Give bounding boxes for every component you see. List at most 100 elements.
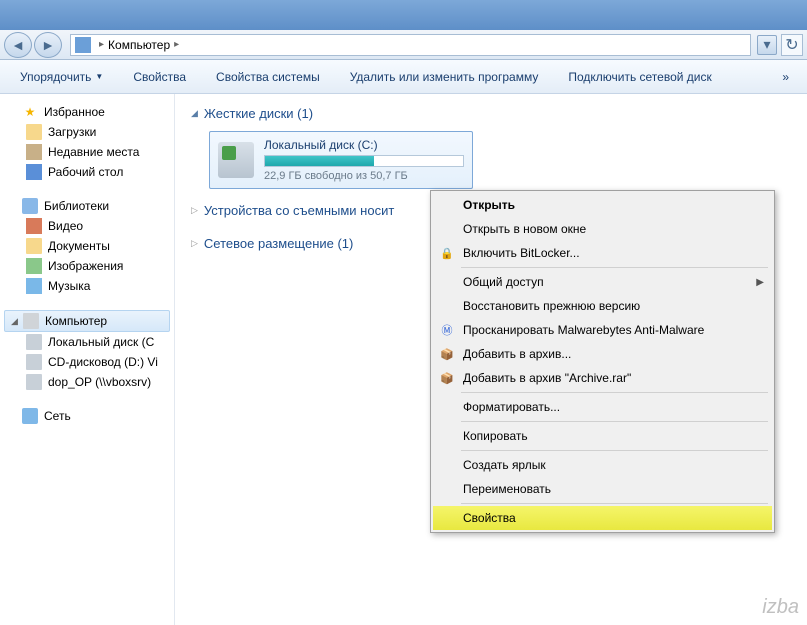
computer-icon: [75, 37, 91, 53]
library-icon: [22, 198, 38, 214]
ctx-separator: [461, 421, 768, 422]
drive-icon: [26, 334, 42, 350]
drive-local-c[interactable]: Локальный диск (C:) 22,9 ГБ свободно из …: [209, 131, 473, 189]
sidebar-dop-op[interactable]: dop_OP (\\vboxsrv): [4, 372, 170, 392]
sidebar-label: Локальный диск (C: [48, 335, 154, 349]
drive-progress-fill: [265, 156, 374, 166]
ctx-add-archive-rar[interactable]: 📦 Добавить в архив "Archive.rar": [433, 366, 772, 390]
sidebar-music[interactable]: Музыка: [4, 276, 170, 296]
folder-icon: [26, 124, 42, 140]
map-drive-button[interactable]: Подключить сетевой диск: [560, 66, 719, 88]
context-menu: Открыть Открыть в новом окне 🔒Включить B…: [430, 190, 775, 533]
ctx-open-new-window[interactable]: Открыть в новом окне: [433, 217, 772, 241]
drive-free-text: 22,9 ГБ свободно из 50,7 ГБ: [264, 170, 464, 182]
section-label: Сетевое размещение (1): [204, 236, 353, 251]
refresh-button[interactable]: ↻: [781, 34, 803, 56]
watermark: izba: [762, 596, 799, 619]
ctx-rename[interactable]: Переименовать: [433, 477, 772, 501]
ctx-bitlocker[interactable]: 🔒Включить BitLocker...: [433, 241, 772, 265]
sidebar-favorites[interactable]: ★ Избранное: [4, 102, 170, 122]
music-icon: [26, 278, 42, 294]
star-icon: ★: [22, 104, 38, 120]
sidebar-label: Музыка: [48, 279, 90, 293]
section-label: Жесткие диски (1): [204, 106, 313, 121]
sidebar-label: dop_OP (\\vboxsrv): [48, 375, 151, 389]
chevron-icon: ▸: [174, 39, 179, 50]
sidebar-label: Сеть: [44, 409, 71, 423]
sidebar-pictures[interactable]: Изображения: [4, 256, 170, 276]
ctx-separator: [461, 450, 768, 451]
sidebar-downloads[interactable]: Загрузки: [4, 122, 170, 142]
properties-button[interactable]: Свойства: [125, 66, 194, 88]
nav-bar: ◄ ► ▸ Компьютер ▸ ▾ ↻: [0, 30, 807, 60]
ctx-separator: [461, 392, 768, 393]
recent-icon: [26, 144, 42, 160]
malwarebytes-icon: Ⓜ: [439, 322, 455, 338]
organize-button[interactable]: Упорядочить ▼: [12, 66, 111, 88]
window-titlebar: [0, 0, 807, 30]
ctx-properties[interactable]: Свойства: [433, 506, 772, 530]
documents-icon: [26, 238, 42, 254]
uninstall-button[interactable]: Удалить или изменить программу: [342, 66, 547, 88]
ctx-restore[interactable]: Восстановить прежнюю версию: [433, 294, 772, 318]
computer-icon: [23, 313, 39, 329]
sidebar: ★ Избранное Загрузки Недавние места Рабоч…: [0, 94, 175, 625]
ctx-label: Общий доступ: [463, 275, 544, 289]
sidebar-label: Избранное: [44, 105, 105, 119]
expand-icon: ◢: [11, 316, 21, 327]
sidebar-network[interactable]: Сеть: [4, 406, 170, 426]
dropdown-icon: ▼: [95, 72, 103, 81]
pictures-icon: [26, 258, 42, 274]
ctx-label: Добавить в архив "Archive.rar": [463, 371, 631, 385]
section-label: Устройства со съемными носит: [204, 203, 394, 218]
ctx-label: Добавить в архив...: [463, 347, 571, 361]
expand-icon: ▷: [191, 205, 198, 216]
organize-label: Упорядочить: [20, 70, 91, 84]
sidebar-libraries[interactable]: Библиотеки: [4, 196, 170, 216]
sidebar-computer[interactable]: ◢ Компьютер: [4, 310, 170, 332]
ctx-label: Включить BitLocker...: [463, 246, 580, 260]
sidebar-label: Недавние места: [48, 145, 139, 159]
section-hard-drives[interactable]: ◢ Жесткие диски (1): [191, 102, 791, 125]
ctx-separator: [461, 503, 768, 504]
breadcrumb-location[interactable]: Компьютер: [108, 38, 170, 52]
expand-icon: ▷: [191, 238, 198, 249]
winrar-icon: 📦: [439, 370, 455, 386]
ctx-separator: [461, 267, 768, 268]
forward-button[interactable]: ►: [34, 32, 62, 58]
drive-name: Локальный диск (C:): [264, 138, 464, 152]
breadcrumb[interactable]: ▸ Компьютер ▸: [70, 34, 751, 56]
chevron-icon: ▸: [99, 39, 104, 50]
desktop-icon: [26, 164, 42, 180]
ctx-add-archive[interactable]: 📦Добавить в архив...: [433, 342, 772, 366]
sidebar-label: Компьютер: [45, 314, 107, 328]
ctx-copy[interactable]: Копировать: [433, 424, 772, 448]
sidebar-recent[interactable]: Недавние места: [4, 142, 170, 162]
sidebar-label: Изображения: [48, 259, 123, 273]
drive-icon: [218, 142, 254, 178]
network-icon: [22, 408, 38, 424]
sidebar-label: Документы: [48, 239, 110, 253]
back-button[interactable]: ◄: [4, 32, 32, 58]
ctx-format[interactable]: Форматировать...: [433, 395, 772, 419]
cd-icon: [26, 354, 42, 370]
drive-progress: [264, 155, 464, 167]
breadcrumb-dropdown[interactable]: ▾: [757, 35, 777, 55]
ctx-label: Просканировать Malwarebytes Anti-Malware: [463, 323, 704, 337]
collapse-icon: ◢: [191, 108, 198, 119]
ctx-share[interactable]: Общий доступ ▶: [433, 270, 772, 294]
sidebar-local-c[interactable]: Локальный диск (C: [4, 332, 170, 352]
sidebar-documents[interactable]: Документы: [4, 236, 170, 256]
sidebar-cd-d[interactable]: CD-дисковод (D:) Vi: [4, 352, 170, 372]
toolbar-overflow[interactable]: »: [776, 68, 795, 86]
video-icon: [26, 218, 42, 234]
sidebar-desktop[interactable]: Рабочий стол: [4, 162, 170, 182]
ctx-malwarebytes[interactable]: Ⓜ Просканировать Malwarebytes Anti-Malwar…: [433, 318, 772, 342]
ctx-create-shortcut[interactable]: Создать ярлык: [433, 453, 772, 477]
sidebar-video[interactable]: Видео: [4, 216, 170, 236]
network-drive-icon: [26, 374, 42, 390]
system-properties-button[interactable]: Свойства системы: [208, 66, 328, 88]
submenu-icon: ▶: [756, 277, 764, 288]
ctx-open[interactable]: Открыть: [433, 193, 772, 217]
sidebar-label: Рабочий стол: [48, 165, 123, 179]
